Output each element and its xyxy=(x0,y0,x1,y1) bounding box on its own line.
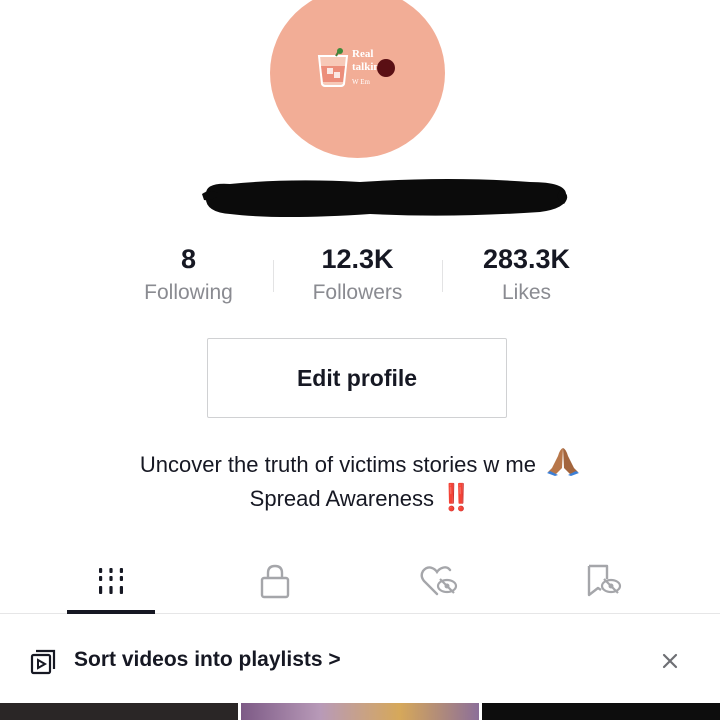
video-thumbnail[interactable] xyxy=(482,703,720,720)
videos-grid-icon xyxy=(99,568,123,594)
followers-label: Followers xyxy=(312,281,403,304)
profile-tabs xyxy=(0,548,720,614)
redacted-username xyxy=(202,179,568,217)
double-exclamation-emoji: ‼️ xyxy=(439,482,472,512)
profile-avatar[interactable]: Real talkin W Em xyxy=(270,0,445,158)
tab-private[interactable] xyxy=(230,548,320,614)
likes-stat[interactable]: 283.3K Likes xyxy=(442,240,611,310)
close-icon xyxy=(662,653,678,669)
tab-videos[interactable] xyxy=(66,548,156,614)
avatar-dot xyxy=(377,59,395,77)
folded-hands-emoji xyxy=(547,448,580,476)
close-banner-button[interactable] xyxy=(656,647,684,675)
likes-label: Likes xyxy=(501,281,552,304)
video-thumbnail[interactable] xyxy=(0,703,238,720)
playlist-icon xyxy=(30,649,56,675)
profile-bio: Uncover the truth of victims stories w m… xyxy=(60,446,660,515)
saved-hidden-icon xyxy=(587,564,622,597)
active-tab-indicator xyxy=(67,610,155,614)
bio-line-1: Uncover the truth of victims stories w m… xyxy=(60,446,660,481)
video-thumbnail[interactable] xyxy=(241,703,479,720)
bio-line-2: Spread Awareness ‼️ xyxy=(60,481,660,515)
playlist-banner[interactable]: Sort videos into playlists > xyxy=(0,615,720,703)
sort-playlists-link[interactable]: Sort videos into playlists > xyxy=(74,645,341,675)
tab-liked[interactable] xyxy=(394,548,484,614)
likes-count: 283.3K xyxy=(482,244,571,274)
followers-count: 12.3K xyxy=(321,244,394,274)
profile-stats: 8 Following 12.3K Followers 283.3K Likes xyxy=(104,240,612,310)
following-stat[interactable]: 8 Following xyxy=(104,240,273,310)
followers-stat[interactable]: 12.3K Followers xyxy=(273,240,442,310)
liked-hidden-icon xyxy=(420,566,458,596)
following-count: 8 xyxy=(180,244,197,274)
stats-divider xyxy=(273,260,274,292)
bio-line-2-text: Spread Awareness xyxy=(249,486,434,511)
tab-saved[interactable] xyxy=(558,548,648,614)
edit-profile-button[interactable]: Edit profile xyxy=(207,338,507,418)
bio-line-1-text: Uncover the truth of victims stories w m… xyxy=(139,452,536,477)
video-grid xyxy=(0,703,720,720)
drink-cup-icon xyxy=(317,48,349,87)
following-label: Following xyxy=(144,281,233,304)
lock-icon xyxy=(260,564,290,599)
stats-divider xyxy=(442,260,443,292)
avatar-logo-subtext: W Em xyxy=(352,78,370,86)
